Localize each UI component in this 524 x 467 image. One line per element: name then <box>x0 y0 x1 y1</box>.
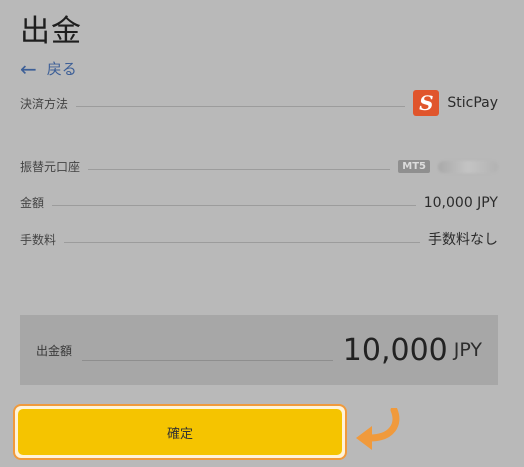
page-title: 出金 <box>20 14 82 49</box>
fee-value: 手数料なし <box>428 232 498 248</box>
leader-line <box>82 359 333 361</box>
leader-line <box>88 169 391 170</box>
leader-line <box>52 205 416 206</box>
mt5-badge: MT5 <box>398 160 430 173</box>
payment-method-label: 決済方法 <box>20 96 69 111</box>
leader-line <box>64 241 420 243</box>
account-number-redacted <box>438 160 498 173</box>
source-account-label: 振替元口座 <box>20 160 81 174</box>
sticpay-logo-icon: S <box>413 90 440 116</box>
total-label: 出金額 <box>36 343 73 358</box>
back-label: 戻る <box>46 60 77 78</box>
back-link[interactable]: ← 戻る <box>20 58 77 79</box>
total-currency: JPY <box>453 339 482 361</box>
amount-value: 10,000 JPY <box>423 194 498 211</box>
arrow-left-icon: ← <box>20 56 37 81</box>
fee-label: 手数料 <box>20 232 57 247</box>
amount-row: 金額 10,000 JPY <box>20 194 498 211</box>
leader-line <box>76 105 406 107</box>
withdrawal-page: 出金 ← 戻る 決済方法 S SticPay 振替元口座 MT5 金額 10,0… <box>0 0 524 467</box>
total-amount: 10,000 <box>342 332 448 368</box>
pointing-arrow-icon <box>356 408 400 450</box>
confirm-button-highlight: 確定 <box>13 404 347 460</box>
fee-row: 手数料 手数料なし <box>20 229 498 249</box>
payment-method-row: 決済方法 S SticPay <box>20 90 498 116</box>
payment-method-value: SticPay <box>447 95 498 111</box>
amount-label: 金額 <box>20 196 45 210</box>
withdrawal-total-box: 出金額 10,000 JPY <box>20 315 498 385</box>
confirm-button[interactable]: 確定 <box>18 409 342 455</box>
source-account-row: 振替元口座 MT5 <box>20 158 498 175</box>
